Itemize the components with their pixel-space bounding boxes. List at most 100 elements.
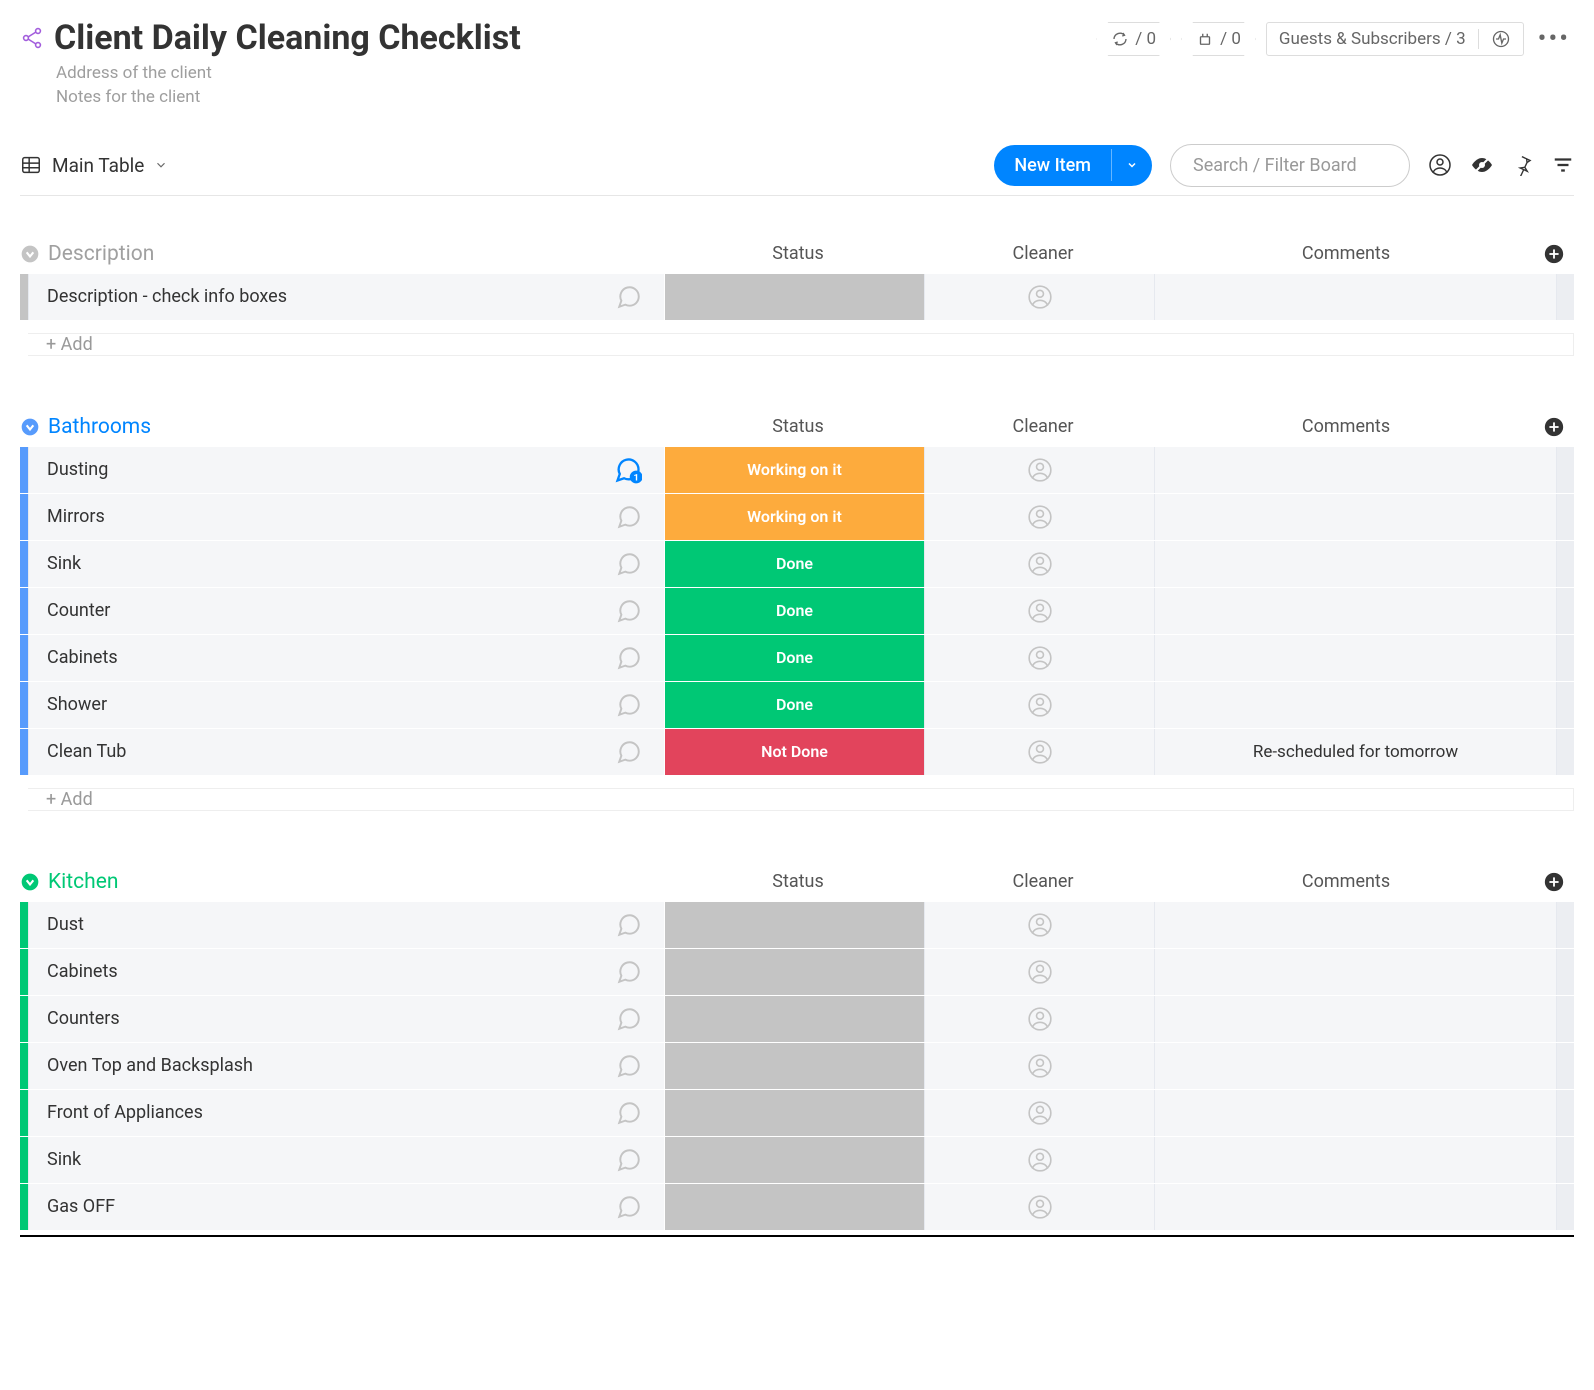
comments-cell[interactable]: [1154, 588, 1556, 634]
more-options-icon[interactable]: •••: [1534, 24, 1574, 54]
column-header-cleaner[interactable]: Cleaner: [928, 871, 1158, 892]
integrations-badge[interactable]: / 0: [1181, 22, 1256, 56]
column-header-cleaner[interactable]: Cleaner: [928, 243, 1158, 264]
new-item-button[interactable]: New Item: [994, 145, 1152, 186]
conversation-icon[interactable]: [608, 692, 650, 718]
item-name-cell[interactable]: Oven Top and Backsplash: [28, 1043, 664, 1089]
item-name-cell[interactable]: Front of Appliances: [28, 1090, 664, 1136]
comments-cell[interactable]: [1154, 996, 1556, 1042]
group-title[interactable]: Bathrooms: [48, 415, 668, 439]
column-header-status[interactable]: Status: [668, 416, 928, 437]
table-row[interactable]: Oven Top and Backsplash: [20, 1043, 1574, 1090]
hide-icon[interactable]: [1470, 153, 1494, 177]
conversation-icon[interactable]: [608, 645, 650, 671]
add-item-row[interactable]: + Add: [28, 788, 1574, 811]
table-row[interactable]: Front of Appliances: [20, 1090, 1574, 1137]
comments-cell[interactable]: [1154, 635, 1556, 681]
table-row[interactable]: Cabinets: [20, 949, 1574, 996]
status-cell[interactable]: Done: [664, 588, 924, 634]
status-cell[interactable]: Working on it: [664, 447, 924, 493]
comments-cell[interactable]: [1154, 494, 1556, 540]
item-name-cell[interactable]: Sink: [28, 1137, 664, 1183]
cleaner-cell[interactable]: [924, 1043, 1154, 1089]
comments-cell[interactable]: [1154, 949, 1556, 995]
conversation-icon[interactable]: [608, 959, 650, 985]
comments-cell[interactable]: [1154, 1184, 1556, 1230]
group-collapse-toggle[interactable]: [20, 244, 40, 264]
cleaner-cell[interactable]: [924, 902, 1154, 948]
item-name-cell[interactable]: Dusting1: [28, 447, 664, 493]
person-filter-icon[interactable]: [1428, 153, 1452, 177]
status-cell[interactable]: [664, 1137, 924, 1183]
comments-cell[interactable]: [1154, 447, 1556, 493]
cleaner-cell[interactable]: [924, 635, 1154, 681]
cleaner-cell[interactable]: [924, 682, 1154, 728]
table-row[interactable]: Dusting1Working on it: [20, 447, 1574, 494]
status-cell[interactable]: Not Done: [664, 729, 924, 775]
table-row[interactable]: MirrorsWorking on it: [20, 494, 1574, 541]
conversation-icon[interactable]: [608, 1100, 650, 1126]
item-name-cell[interactable]: Sink: [28, 541, 664, 587]
status-cell[interactable]: Done: [664, 541, 924, 587]
item-name-cell[interactable]: Dust: [28, 902, 664, 948]
subtitle-notes[interactable]: Notes for the client: [56, 86, 521, 110]
item-name-cell[interactable]: Mirrors: [28, 494, 664, 540]
item-name-cell[interactable]: Counters: [28, 996, 664, 1042]
group-collapse-toggle[interactable]: [20, 872, 40, 892]
status-cell[interactable]: [664, 949, 924, 995]
item-name-cell[interactable]: Cabinets: [28, 635, 664, 681]
new-item-dropdown[interactable]: [1111, 149, 1152, 181]
cleaner-cell[interactable]: [924, 1184, 1154, 1230]
comments-cell[interactable]: Re-scheduled for tomorrow: [1154, 729, 1556, 775]
column-header-status[interactable]: Status: [668, 871, 928, 892]
item-name-cell[interactable]: Cabinets: [28, 949, 664, 995]
cleaner-cell[interactable]: [924, 588, 1154, 634]
table-row[interactable]: Gas OFF: [20, 1184, 1574, 1231]
conversation-icon[interactable]: [608, 1006, 650, 1032]
table-row[interactable]: Clean TubNot Done Re-scheduled for tomorr…: [20, 729, 1574, 776]
status-cell[interactable]: Done: [664, 682, 924, 728]
conversation-icon[interactable]: [608, 912, 650, 938]
table-row[interactable]: Description - check info boxes: [20, 274, 1574, 321]
status-cell[interactable]: [664, 1090, 924, 1136]
subtitle-address[interactable]: Address of the client: [56, 62, 521, 86]
status-cell[interactable]: [664, 1184, 924, 1230]
item-name-cell[interactable]: Clean Tub: [28, 729, 664, 775]
comments-cell[interactable]: [1154, 274, 1556, 320]
cleaner-cell[interactable]: [924, 447, 1154, 493]
comments-cell[interactable]: [1154, 1043, 1556, 1089]
cleaner-cell[interactable]: [924, 1137, 1154, 1183]
cleaner-cell[interactable]: [924, 274, 1154, 320]
cleaner-cell[interactable]: [924, 541, 1154, 587]
pin-icon[interactable]: [1512, 154, 1534, 176]
cleaner-cell[interactable]: [924, 949, 1154, 995]
add-column-button[interactable]: [1534, 243, 1574, 265]
conversation-icon[interactable]: [608, 551, 650, 577]
table-row[interactable]: ShowerDone: [20, 682, 1574, 729]
conversation-icon[interactable]: [608, 1194, 650, 1220]
add-column-button[interactable]: [1534, 416, 1574, 438]
table-row[interactable]: SinkDone: [20, 541, 1574, 588]
table-row[interactable]: CabinetsDone: [20, 635, 1574, 682]
comments-cell[interactable]: [1154, 682, 1556, 728]
group-title[interactable]: Kitchen: [48, 870, 668, 894]
table-row[interactable]: Dust: [20, 902, 1574, 949]
item-name-cell[interactable]: Shower: [28, 682, 664, 728]
status-cell[interactable]: [664, 996, 924, 1042]
table-row[interactable]: CounterDone: [20, 588, 1574, 635]
conversation-icon[interactable]: [608, 1053, 650, 1079]
conversation-icon[interactable]: 1: [606, 456, 650, 484]
cleaner-cell[interactable]: [924, 1090, 1154, 1136]
group-title[interactable]: Description: [48, 242, 668, 266]
status-cell[interactable]: Done: [664, 635, 924, 681]
status-cell[interactable]: [664, 902, 924, 948]
column-header-comments[interactable]: Comments: [1158, 871, 1534, 892]
guests-subscribers-button[interactable]: Guests & Subscribers / 3: [1266, 22, 1524, 56]
search-input[interactable]: Search / Filter Board: [1170, 144, 1410, 187]
view-selector[interactable]: Main Table: [20, 154, 168, 177]
conversation-icon[interactable]: [608, 504, 650, 530]
table-row[interactable]: Sink: [20, 1137, 1574, 1184]
comments-cell[interactable]: [1154, 1090, 1556, 1136]
filter-icon[interactable]: [1552, 154, 1574, 176]
column-header-cleaner[interactable]: Cleaner: [928, 416, 1158, 437]
